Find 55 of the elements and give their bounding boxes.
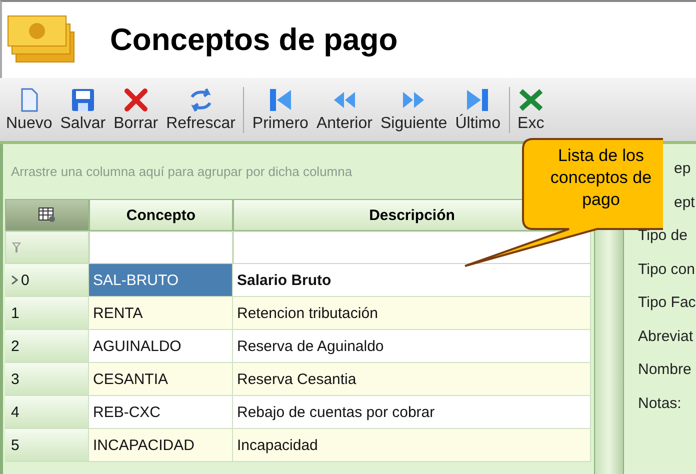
toolbar-button[interactable]: Exc — [514, 86, 548, 132]
window-title: Conceptos de pago — [110, 22, 398, 58]
toolbar-button[interactable]: Anterior — [312, 86, 376, 132]
toolbar-button[interactable]: Borrar — [110, 86, 162, 132]
field-label: ept — [674, 194, 695, 211]
toolbar-button[interactable]: Siguiente — [376, 86, 452, 132]
toolbar-button[interactable]: Nuevo — [2, 86, 56, 132]
filter-field[interactable] — [89, 231, 233, 264]
row-indicator[interactable]: 4 — [5, 396, 89, 429]
field-label: ep — [674, 160, 691, 178]
row-number: 5 — [11, 436, 20, 454]
filter-field[interactable] — [233, 231, 591, 264]
row-indicator[interactable]: 5 — [5, 429, 89, 462]
field-label: Notas: — [638, 394, 682, 412]
table-cell: AGUINALDO — [89, 330, 233, 363]
save-icon — [70, 86, 96, 112]
row-number: 0 — [21, 272, 30, 288]
column-header[interactable]: Concepto — [89, 199, 233, 231]
field-label: Abreviat — [638, 328, 694, 345]
delete-icon — [122, 86, 149, 112]
field-label: Nombre — [638, 361, 692, 378]
table-cell: Reserva Cesantia — [233, 363, 591, 396]
table-cell: Incapacidad — [233, 429, 591, 462]
table-cell: Salario Bruto — [233, 264, 591, 297]
table-settings-icon — [38, 207, 56, 223]
spreadsheet-icon — [518, 86, 544, 112]
field-label: Tipo Fac — [638, 294, 696, 312]
refresh-icon — [188, 86, 214, 112]
last-icon — [464, 86, 491, 112]
row-indicator[interactable]: 0 — [5, 264, 89, 297]
toolbar-button[interactable]: Refrescar — [162, 86, 240, 132]
row-indicator[interactable]: 2 — [5, 330, 89, 363]
toolbar-button[interactable]: Último — [451, 86, 505, 132]
table-cell: RENTA — [89, 297, 233, 330]
table-cell: REB-CXC — [89, 396, 233, 429]
table-cell: Reserva de Aguinaldo — [233, 330, 591, 363]
table-cell: SAL-BRUTO — [89, 264, 233, 297]
row-indicator[interactable]: 3 — [5, 363, 89, 396]
field-label: Tipo con — [638, 260, 695, 278]
row-number: 4 — [11, 404, 20, 420]
table-cell: Rebajo de cuentas por cobrar — [233, 396, 591, 429]
toolbar-button[interactable]: Salvar — [56, 86, 110, 132]
row-number: 2 — [11, 338, 20, 354]
table-cell: Retencion tributación — [233, 297, 591, 330]
table-cell: CESANTIA — [89, 363, 233, 396]
table-cell: INCAPACIDAD — [89, 429, 233, 462]
row-number: 1 — [11, 304, 20, 322]
group-panel-hint: Arrastre una columna aquí para agrupar por dicha columna — [11, 164, 352, 179]
column-chooser-cell[interactable] — [5, 199, 89, 231]
row-indicator[interactable]: 1 — [5, 297, 89, 330]
current-row-icon — [11, 275, 19, 285]
row-number: 3 — [11, 370, 20, 388]
filter-icon — [12, 242, 21, 253]
first-icon — [267, 86, 294, 112]
toolbar-button[interactable]: Primero — [248, 86, 312, 132]
